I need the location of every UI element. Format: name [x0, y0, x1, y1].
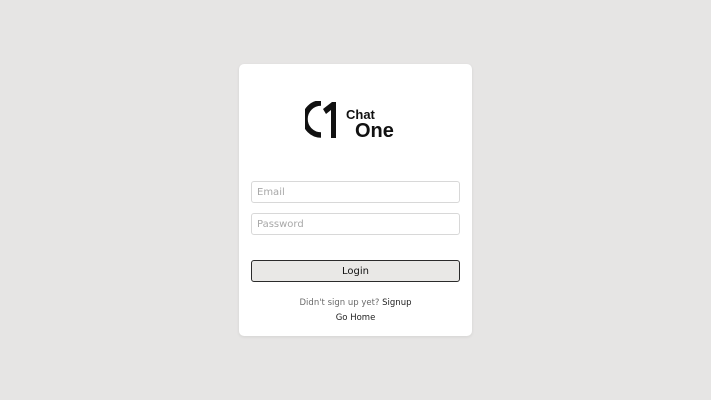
login-button[interactable]: Login — [251, 260, 460, 282]
c1-logo-mark-icon — [305, 101, 336, 138]
go-home-link[interactable]: Go Home — [336, 313, 376, 323]
logo-text-one: One — [355, 120, 394, 142]
signup-link[interactable]: Signup — [382, 298, 411, 308]
go-home-line: Go Home — [239, 313, 472, 323]
signup-prompt-line: Didn't sign up yet? Signup — [239, 298, 472, 308]
login-card: Chat One Login Didn't sign up yet? Signu… — [239, 64, 472, 336]
chat-one-logo: Chat One — [305, 101, 405, 141]
password-field[interactable] — [251, 213, 460, 235]
signup-prompt-text: Didn't sign up yet? — [299, 298, 383, 308]
email-field[interactable] — [251, 181, 460, 203]
